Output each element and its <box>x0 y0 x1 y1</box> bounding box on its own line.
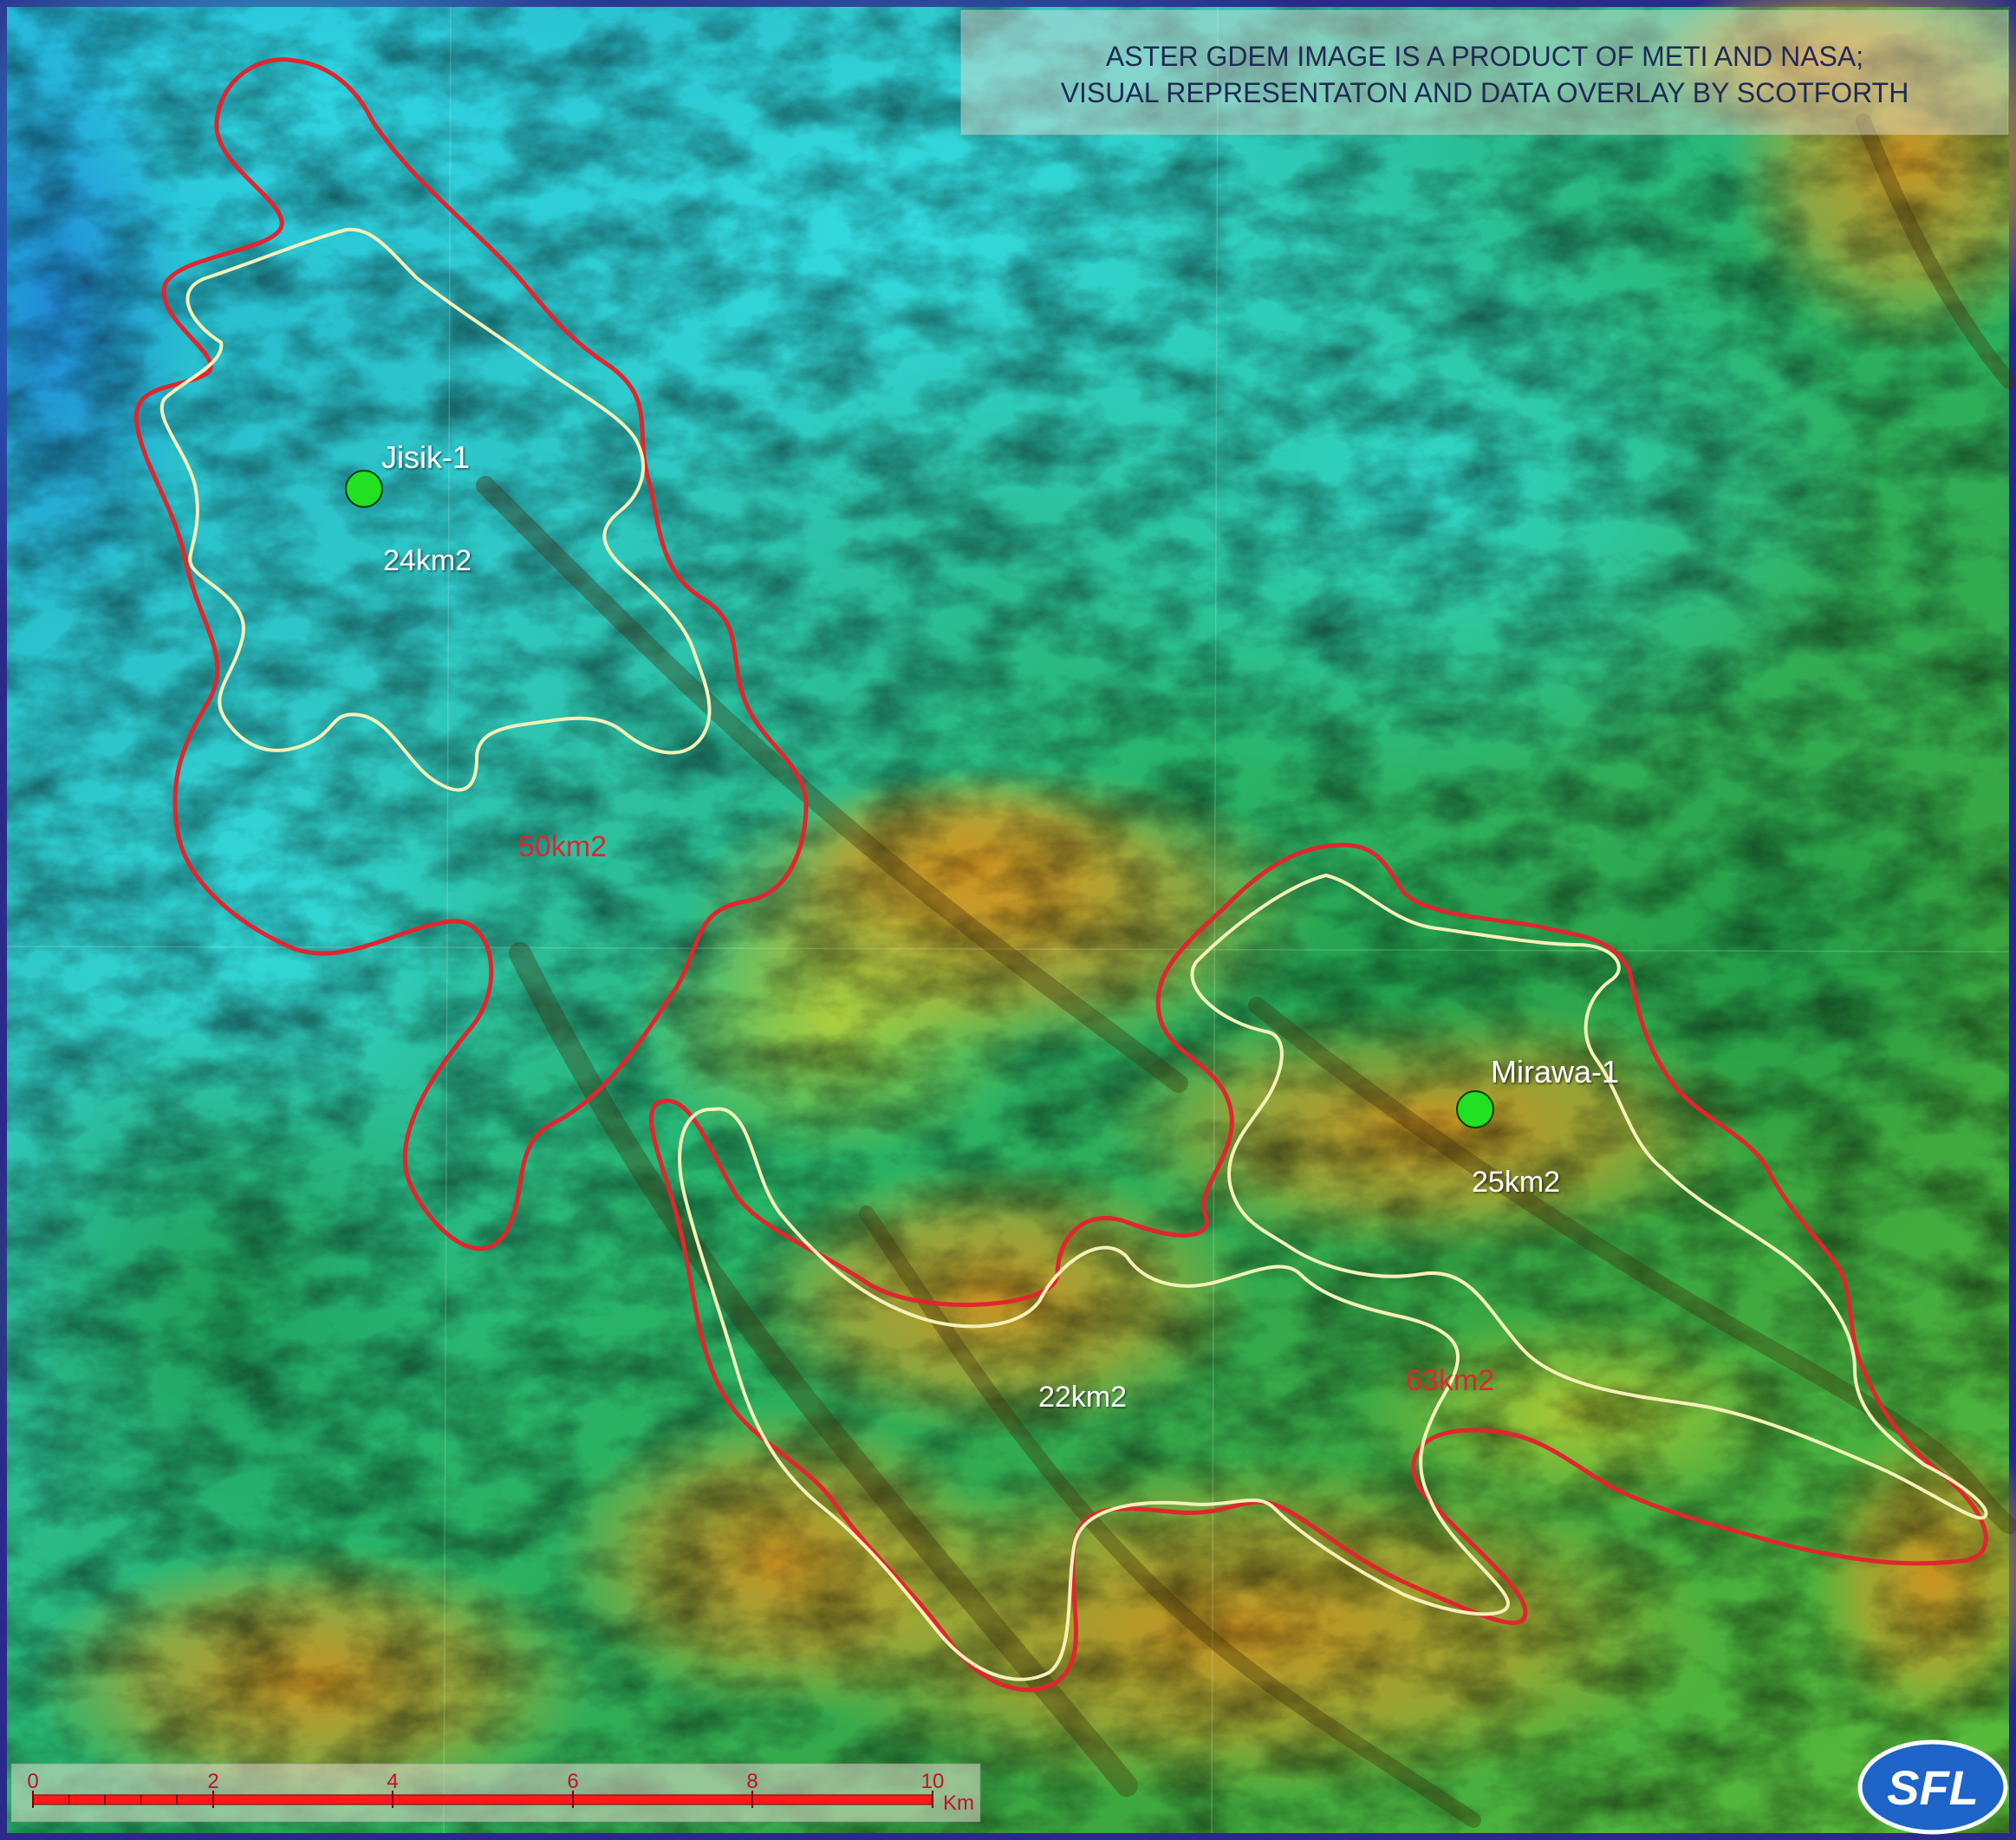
area-label-outer-mirawa: 63km2 <box>1406 1364 1494 1397</box>
scale-bar: 0 2 4 6 8 10 Km <box>10 1763 981 1823</box>
scale-bar-unit: Km <box>943 1791 974 1815</box>
map-view: ASTER GDEM IMAGE IS A PRODUCT OF METI AN… <box>0 0 2016 1840</box>
area-label-inner-mirawa: 25km2 <box>1472 1166 1560 1199</box>
sfl-logo: SFL <box>1857 1739 2008 1835</box>
scale-tick-label: 2 <box>207 1770 218 1793</box>
credit-line-1: ASTER GDEM IMAGE IS A PRODUCT OF METI AN… <box>1106 41 1863 72</box>
scale-tick-label: 0 <box>27 1770 38 1793</box>
area-label-inner-south: 22km2 <box>1038 1381 1127 1414</box>
area-label-outer-jisik: 50km2 <box>518 830 607 863</box>
hillshade-texture <box>7 7 2009 1833</box>
scale-tick-label: 6 <box>567 1770 578 1793</box>
sfl-logo-text: SFL <box>1887 1760 1979 1815</box>
credit-line-2: VISUAL REPRESENTATON AND DATA OVERLAY BY… <box>1061 77 1909 108</box>
well-marker-icon <box>345 470 383 508</box>
scale-bar-background <box>10 1763 981 1823</box>
scale-tick-label: 10 <box>921 1770 945 1793</box>
well-marker-icon <box>1456 1090 1494 1128</box>
area-label-inner-jisik: 24km2 <box>383 544 471 577</box>
scale-bar-line <box>32 1794 933 1805</box>
scale-tick-label: 4 <box>387 1770 398 1793</box>
well-label: Mirawa-1 <box>1491 1054 1619 1089</box>
elevation-map: ASTER GDEM IMAGE IS A PRODUCT OF METI AN… <box>0 0 2016 1840</box>
scale-tick-label: 8 <box>746 1770 758 1793</box>
credit-banner: ASTER GDEM IMAGE IS A PRODUCT OF METI AN… <box>960 10 2009 135</box>
well-label: Jisik-1 <box>381 439 470 475</box>
